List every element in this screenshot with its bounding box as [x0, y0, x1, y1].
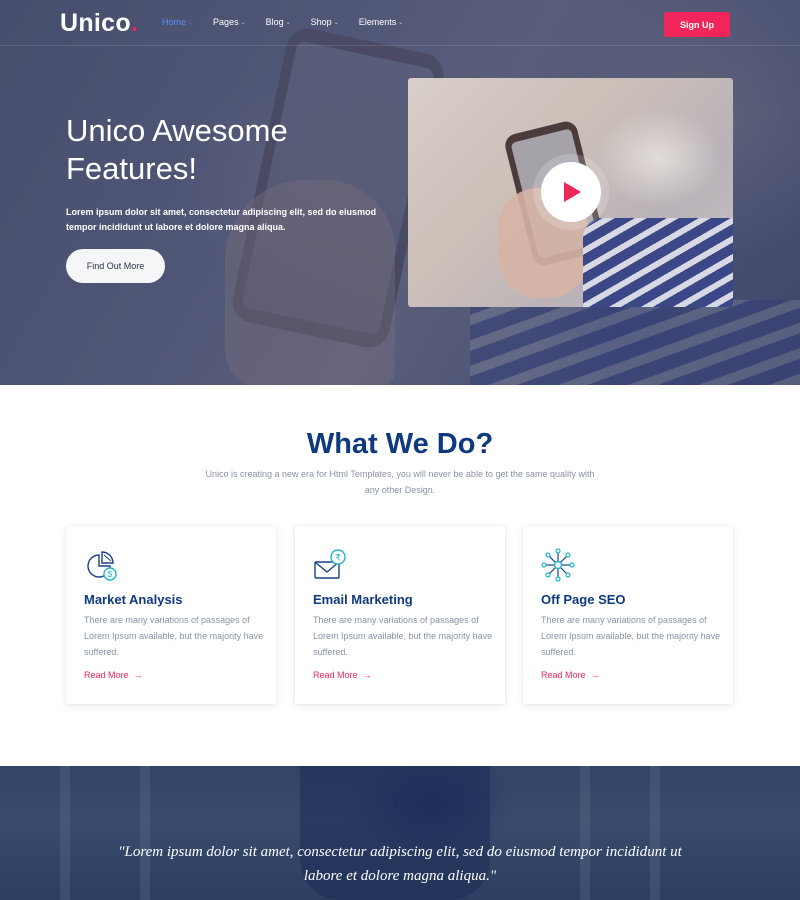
pie-chart-dollar-icon: $	[87, 551, 117, 581]
video-sleeve-image	[583, 218, 733, 307]
menu-item-pages[interactable]: Pages ⌄	[213, 17, 246, 27]
arrow-right-icon: →	[362, 670, 372, 680]
chevron-down-icon: ⌄	[398, 19, 404, 26]
menu-item-label: Shop	[310, 17, 332, 27]
card-title: Email Marketing	[313, 592, 413, 607]
email-rupee-icon: ₹	[314, 549, 346, 579]
service-card-email-marketing: ₹ Email Marketing There are many variati…	[295, 526, 505, 704]
hero-description: Lorem ipsum dolor sit amet, consectetur …	[66, 207, 377, 232]
chevron-down-icon: ⌄	[188, 19, 194, 26]
read-more-label: Read More	[313, 670, 358, 680]
card-text: There are many variations of passages of…	[541, 615, 721, 657]
find-out-more-button[interactable]: Find Out More	[66, 249, 165, 283]
menu-item-blog[interactable]: Blog ⌄	[266, 17, 291, 27]
site-logo[interactable]: Unico.	[60, 9, 138, 38]
menu-item-home[interactable]: Home ⌄	[162, 17, 193, 27]
network-nodes-icon	[541, 548, 575, 582]
play-button[interactable]	[541, 162, 601, 222]
menu-item-label: Home	[162, 17, 187, 27]
svg-text:₹: ₹	[335, 554, 341, 564]
menu-item-label: Elements	[358, 17, 397, 27]
signup-button[interactable]: Sign Up	[664, 12, 730, 37]
menu-item-shop[interactable]: Shop ⌄	[311, 17, 339, 27]
testimonial-quote: "Lorem ipsum dolor sit amet, consectetur…	[118, 844, 682, 884]
chevron-down-icon: ⌄	[285, 19, 291, 26]
menu-item-label: Blog	[265, 17, 284, 27]
top-navigation: Unico. Home ⌄ Pages ⌄ Blog ⌄ Shop ⌄ Elem…	[0, 0, 800, 46]
card-text: There are many variations of passages of…	[313, 615, 493, 657]
logo-text: Unico	[60, 9, 131, 37]
menu-item-elements[interactable]: Elements ⌄	[359, 17, 404, 27]
chevron-down-icon: ⌄	[333, 19, 339, 26]
hero-title: Unico Awesome Features!	[66, 113, 288, 186]
read-more-link[interactable]: Read More →	[313, 670, 372, 680]
main-menu: Home ⌄ Pages ⌄ Blog ⌄ Shop ⌄ Elements ⌄	[162, 17, 423, 27]
arrow-right-icon: →	[590, 670, 600, 680]
service-card-market-analysis: $ Market Analysis There are many variati…	[66, 526, 276, 704]
card-title: Market Analysis	[84, 592, 183, 607]
read-more-link[interactable]: Read More →	[84, 670, 143, 680]
card-text: There are many variations of passages of…	[84, 615, 264, 657]
read-more-label: Read More	[84, 670, 129, 680]
chevron-down-icon: ⌄	[240, 19, 246, 26]
card-title: Off Page SEO	[541, 592, 626, 607]
play-icon	[564, 182, 581, 202]
menu-item-label: Pages	[213, 17, 239, 27]
video-thumbnail[interactable]	[408, 78, 733, 307]
read-more-label: Read More	[541, 670, 586, 680]
svg-text:$: $	[108, 570, 113, 579]
arrow-right-icon: →	[133, 670, 143, 680]
logo-dot: .	[130, 9, 139, 37]
testimonial-section: "Lorem ipsum dolor sit amet, consectetur…	[0, 766, 800, 900]
section-title: What We Do?	[306, 428, 494, 460]
service-card-off-page-seo: Off Page SEO There are many variations o…	[523, 526, 733, 704]
read-more-link[interactable]: Read More →	[541, 670, 600, 680]
section-subtitle: Unico is creating a new era for Html Tem…	[205, 469, 595, 495]
hero-section: Unico. Home ⌄ Pages ⌄ Blog ⌄ Shop ⌄ Elem…	[0, 0, 800, 385]
